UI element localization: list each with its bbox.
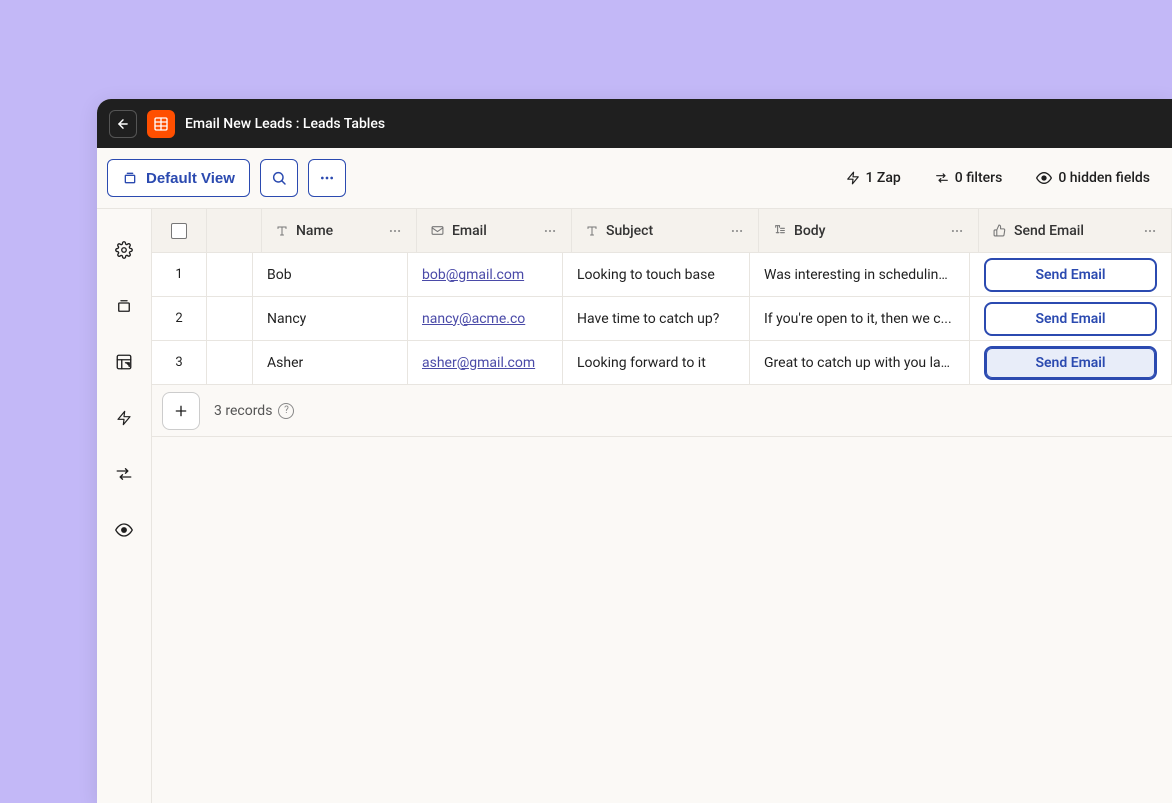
row-spacer: [207, 253, 253, 296]
records-count: 3 records ?: [214, 403, 294, 419]
eye-icon: [1036, 170, 1052, 186]
cell-send: Send Email: [970, 297, 1172, 340]
column-more-icon[interactable]: [388, 224, 402, 238]
cell-body[interactable]: Great to catch up with you las...: [750, 341, 970, 384]
cell-email[interactable]: asher@gmail.com: [408, 341, 563, 384]
cell-send: Send Email: [970, 341, 1172, 384]
column-header-send[interactable]: Send Email: [979, 209, 1172, 252]
layout-icon: [115, 353, 133, 371]
column-header-subject[interactable]: Subject: [572, 209, 759, 252]
column-label: Subject: [606, 223, 653, 239]
hidden-fields-label: 0 hidden fields: [1058, 170, 1150, 186]
zap-label: 1 Zap: [866, 170, 901, 186]
ellipsis-icon: [319, 170, 335, 186]
sidebar-layout[interactable]: [113, 351, 135, 373]
column-more-icon[interactable]: [1143, 224, 1157, 238]
table-icon: [153, 116, 169, 132]
view-icon: [122, 170, 138, 186]
sidebar-settings[interactable]: [113, 239, 135, 261]
views-icon: [115, 297, 133, 315]
table-row: 3 Asher asher@gmail.com Looking forward …: [152, 341, 1172, 385]
zap-count[interactable]: 1 Zap: [834, 170, 913, 186]
select-all-cell: [152, 209, 207, 252]
longtext-icon: [773, 224, 786, 237]
row-spacer: [207, 341, 253, 384]
cell-email[interactable]: nancy@acme.co: [408, 297, 563, 340]
filters-label: 0 filters: [955, 170, 1003, 186]
send-email-button[interactable]: Send Email: [984, 346, 1157, 380]
search-button[interactable]: [260, 159, 298, 197]
cell-body[interactable]: If you're open to it, then we c...: [750, 297, 970, 340]
text-icon: [276, 225, 288, 237]
search-icon: [271, 170, 287, 186]
thumb-icon: [993, 224, 1006, 237]
app-window: Email New Leads : Leads Tables Default V…: [97, 99, 1172, 803]
header-bar: Email New Leads : Leads Tables: [97, 99, 1172, 148]
cell-name[interactable]: Nancy: [253, 297, 408, 340]
table-row: 2 Nancy nancy@acme.co Have time to catch…: [152, 297, 1172, 341]
cell-name[interactable]: Asher: [253, 341, 408, 384]
row-number: 3: [152, 341, 207, 384]
table-header-row: Name Email: [152, 209, 1172, 253]
content-area: Name Email: [97, 209, 1172, 803]
table-area: Name Email: [152, 209, 1172, 803]
column-more-icon[interactable]: [730, 224, 744, 238]
filters-count[interactable]: 0 filters: [923, 170, 1015, 186]
row-number: 2: [152, 297, 207, 340]
default-view-button[interactable]: Default View: [107, 159, 250, 197]
row-spacer: [207, 297, 253, 340]
email-link[interactable]: bob@gmail.com: [422, 267, 524, 283]
mail-icon: [431, 224, 444, 237]
filters-icon: [935, 171, 949, 185]
column-header-name[interactable]: Name: [262, 209, 417, 252]
column-header-body[interactable]: Body: [759, 209, 979, 252]
table-footer: 3 records ?: [152, 385, 1172, 437]
column-more-icon[interactable]: [543, 224, 557, 238]
column-header-email[interactable]: Email: [417, 209, 572, 252]
column-label: Name: [296, 223, 333, 239]
eye-icon: [115, 521, 133, 539]
table-row: 1 Bob bob@gmail.com Looking to touch bas…: [152, 253, 1172, 297]
column-label: Email: [452, 223, 487, 239]
column-label: Send Email: [1014, 223, 1084, 239]
column-more-icon[interactable]: [950, 224, 964, 238]
cell-name[interactable]: Bob: [253, 253, 408, 296]
cell-email[interactable]: bob@gmail.com: [408, 253, 563, 296]
row-number: 1: [152, 253, 207, 296]
toolbar: Default View 1 Zap 0 filters 0 hidden fi…: [97, 148, 1172, 209]
zap-icon: [116, 410, 132, 426]
sidebar: [97, 209, 152, 803]
cell-subject[interactable]: Looking to touch base: [563, 253, 750, 296]
cell-subject[interactable]: Have time to catch up?: [563, 297, 750, 340]
email-link[interactable]: nancy@acme.co: [422, 311, 525, 327]
text-icon: [586, 225, 598, 237]
cell-subject[interactable]: Looking forward to it: [563, 341, 750, 384]
plus-icon: [173, 403, 189, 419]
help-icon[interactable]: ?: [278, 403, 294, 419]
arrow-left-icon: [116, 117, 130, 131]
select-all-checkbox[interactable]: [171, 223, 187, 239]
add-row-button[interactable]: [162, 392, 200, 430]
zap-icon: [846, 171, 860, 185]
sidebar-filters[interactable]: [113, 463, 135, 485]
column-label: Body: [794, 223, 826, 239]
default-view-label: Default View: [146, 170, 235, 187]
gear-icon: [115, 241, 133, 259]
more-options-button[interactable]: [308, 159, 346, 197]
back-button[interactable]: [109, 110, 137, 138]
cell-body[interactable]: Was interesting in scheduling ...: [750, 253, 970, 296]
app-logo-icon: [147, 110, 175, 138]
send-email-button[interactable]: Send Email: [984, 302, 1157, 336]
cell-send: Send Email: [970, 253, 1172, 296]
email-link[interactable]: asher@gmail.com: [422, 355, 535, 371]
sidebar-zaps[interactable]: [113, 407, 135, 429]
sidebar-views[interactable]: [113, 295, 135, 317]
sidebar-visibility[interactable]: [113, 519, 135, 541]
send-email-button[interactable]: Send Email: [984, 258, 1157, 292]
row-number-header: [207, 209, 262, 252]
page-title: Email New Leads : Leads Tables: [185, 116, 385, 132]
sliders-icon: [115, 465, 133, 483]
hidden-fields-count[interactable]: 0 hidden fields: [1024, 170, 1162, 186]
